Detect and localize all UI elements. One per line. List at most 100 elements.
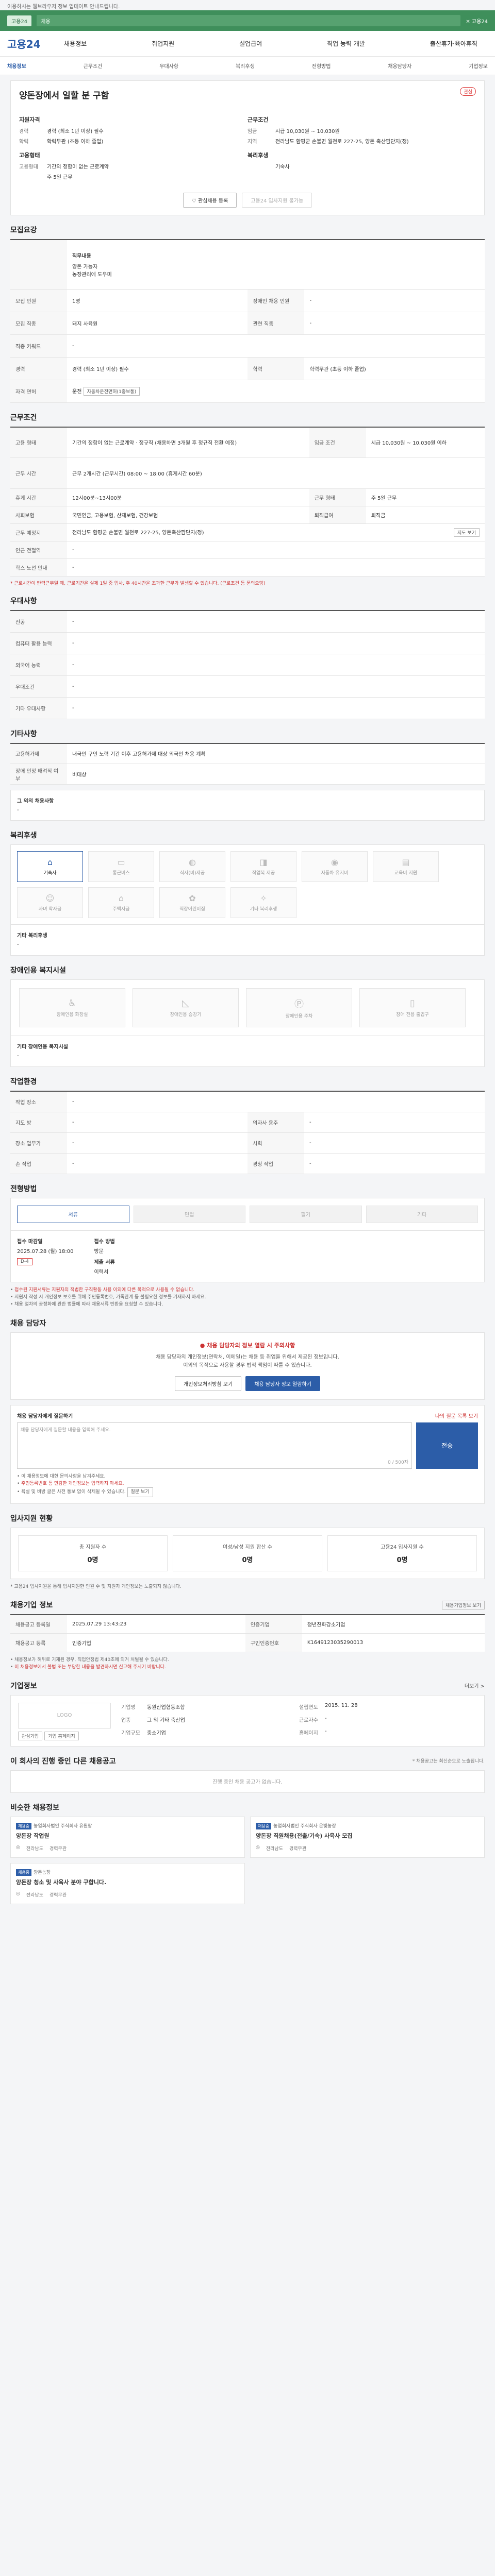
company-info-link[interactable]: 채용기업정보 보기: [441, 1600, 485, 1609]
question-box: 채용 담당자에게 질문하기 나의 질문 목록 보기 채용 담당자에게 질문할 내용…: [10, 1404, 485, 1504]
tab-recruit[interactable]: 채용정보: [7, 62, 26, 70]
disability-other-value: -: [17, 1053, 19, 1059]
location-icon: ◎: [16, 1844, 20, 1850]
info-value: -: [325, 1728, 327, 1735]
note-text: 욕설 및 비방 글은 사전 통보 없이 삭제될 수 있습니다.: [21, 1489, 126, 1495]
reco-card[interactable]: 채용중 양돈농장 양돈장 청소 및 사육사 분야 구합니다. ◎ 전라남도 경력무관: [10, 1862, 245, 1904]
nav-item-training[interactable]: 직업 능력 개발: [327, 39, 365, 48]
apply-disabled-button[interactable]: 고용24 입사지원 불가능: [242, 193, 312, 208]
row-label: 손 작업: [10, 1153, 67, 1174]
tab-conditions[interactable]: 근무조건: [84, 62, 103, 70]
note-text: 채용 절차의 공정화에 관한 법률에 따라 채용서류 반환을 요청할 수 있습니…: [14, 1302, 163, 1308]
employment-heading: 고용형태: [19, 152, 40, 159]
nav-item-support[interactable]: 취업지원: [152, 39, 174, 48]
map-button[interactable]: 지도 보기: [454, 528, 480, 537]
question-placeholder: 채용 담당자에게 질문할 내용을 입력해 주세요.: [21, 1427, 111, 1433]
company-info: 기업명 동원산업협동조합 설립연도 2015. 11. 28 업종 그 외 기타 축산업…: [121, 1703, 477, 1739]
car-icon: ◉: [331, 857, 338, 867]
process-notes: • 접수된 지원서류는 지원자의 적법한 구직활동 사용 이외에 다른 목적으로…: [10, 1286, 485, 1309]
apply-section: 입사지원 현황 총 지원자 수 0명 여성/남성 지원 합산 수 0명 고용24 입…: [10, 1513, 485, 1590]
tab-process[interactable]: 전형방법: [312, 62, 331, 70]
tab-contact[interactable]: 채용담당자: [388, 62, 411, 70]
method-value: 방문: [94, 1248, 104, 1255]
reco-card[interactable]: 채용중 농업회사법인 주식회사 유원팜 양돈장 작업원 ◎ 전라남도 경력무관: [10, 1816, 245, 1858]
reco-job-title[interactable]: 양돈장 청소 및 사육사 분야 구합니다.: [16, 1878, 239, 1886]
row-label: 근무 형태: [309, 488, 366, 506]
row-value: -: [304, 289, 485, 312]
privacy-policy-button[interactable]: 개인정보처리방침 보기: [175, 1376, 242, 1391]
welfare-tile-label: 기타 복리후생: [250, 907, 277, 912]
reco-job-title[interactable]: 양돈장 작업원: [16, 1832, 239, 1840]
stat-value: 0명: [397, 1556, 408, 1564]
nav-item-unemployment[interactable]: 실업급여: [239, 39, 262, 48]
process-title: 전형방법: [10, 1184, 37, 1193]
recruit-table: 직무내용 양돈 가능자 농장관리에 도우미 모집 인원 1명 장애인 채용 인원 - 모집…: [10, 239, 485, 403]
promo-search-input[interactable]: 채용: [37, 15, 461, 26]
deadline-label: 접수 마감일: [17, 1239, 43, 1245]
my-question-link[interactable]: 나의 질문 목록 보기: [435, 1412, 478, 1419]
info-title: 채용기업 정보: [10, 1601, 53, 1610]
disability-tile: ▯ 장애 전용 출입구: [359, 988, 466, 1027]
process-section: 전형방법 서류 면접 필기 기타 접수 마감일 2025.07.28 (월) 1…: [10, 1183, 485, 1309]
welfare-tile: ⌂ 기숙사: [17, 851, 83, 882]
row-label: 우대조건: [10, 675, 67, 698]
company-title: 기업정보: [10, 1682, 37, 1690]
row-label: 퇴직급여: [309, 506, 366, 524]
label: 임금: [248, 129, 257, 134]
reco-job-title[interactable]: 양돈장 직원채용(전출/기숙) 사육사 모집: [256, 1832, 479, 1840]
job-summary: 양돈장에서 일할 분 구함 관심 지원자격 경력 경력 (최소 1년 이상) 필수…: [10, 80, 485, 215]
etc-section: 기타사항 고용허가제 내국인 구인 노력 기간 이후 고용허가제 대상 외국인 채…: [10, 728, 485, 821]
promo-close-button[interactable]: ✕ 고용24: [466, 17, 488, 25]
row-value: 비대상: [67, 764, 485, 785]
row-value: -: [67, 541, 485, 559]
row-value: -: [304, 1132, 485, 1154]
etc-table: 고용허가제 내국인 구인 노력 기간 이후 고용허가제 대상 외국인 채용 계획 …: [10, 742, 485, 785]
disability-list: ♿ 장애인용 화장실 ◺ 장애인용 승강기 Ⓟ 장애인용 주차 ▯ 장애 전용 출입구: [10, 979, 485, 1036]
value: 전라남도 함평군 손불면 월천로 227-25, 양돈 축산팜단지(정): [275, 139, 409, 145]
job-desc-line: 농장관리에 도우미: [72, 272, 112, 278]
question-input[interactable]: 채용 담당자에게 질문할 내용을 입력해 주세요. 0 / 500자: [17, 1422, 412, 1469]
value: 주 5일 근무: [47, 175, 73, 180]
company-more-link[interactable]: 더보기 >: [465, 1682, 485, 1689]
question-notes: • 이 채용정보에 대한 문의사항을 남겨주세요. • 주민등록번호 등 민감한…: [17, 1473, 478, 1497]
env-title: 작업환경: [10, 1078, 37, 1086]
nav-item-jobs[interactable]: 채용정보: [64, 39, 87, 48]
company-interest-button[interactable]: 관심기업: [18, 1731, 43, 1740]
tab-company[interactable]: 기업정보: [469, 62, 488, 70]
reco-card[interactable]: 채용중 농업회사법인 주식회사 은빛농장 양돈장 직원채용(전출/기숙) 사육사 …: [250, 1816, 485, 1858]
row-value: 근무 2개시간 (근무시간) 08:00 ~ 18:00 (휴게시간 60분): [67, 457, 485, 489]
tab-preference[interactable]: 우대사항: [159, 62, 178, 70]
welfare-tile: ◍ 식사(비)제공: [159, 851, 225, 882]
condition-heading: 근무조건: [248, 116, 269, 123]
welfare-tile: ▭ 통근버스: [88, 851, 154, 882]
child-icon: ☺: [45, 893, 55, 903]
row-label: 모집 직종: [10, 312, 67, 335]
welfare-section: 복리후생 ⌂ 기숙사 ▭ 통근버스 ◍ 식사(비)제공 ◨ 작업복 제공 ◉ 자동차 유지비 ▤ 교육…: [10, 830, 485, 956]
row-value: -: [67, 1153, 248, 1174]
scrap-button[interactable]: 관심: [460, 87, 476, 96]
env-section: 작업환경 작업 장소 - 지도 방 - 의자사 용주 - 장소 업무가 - 시력 - 손 작업…: [10, 1076, 485, 1174]
site-logo[interactable]: 고용24: [7, 36, 64, 51]
company-logo: LOGO: [18, 1702, 111, 1728]
note-text: 이 채용정보에 대한 문의사항을 남겨주세요.: [21, 1473, 106, 1479]
disability-section: 장애인용 복지시설 ♿ 장애인용 화장실 ◺ 장애인용 승강기 Ⓟ 장애인용 주차 ▯ 장애 …: [10, 965, 485, 1067]
view-questions-button[interactable]: 질문 보기: [127, 1487, 153, 1497]
question-send-button[interactable]: 전송: [416, 1422, 478, 1469]
info-label: 기업명: [121, 1704, 136, 1710]
info-section: 채용기업 정보 채용기업정보 보기 채용공고 등록일 2025.07.29 13:…: [10, 1600, 485, 1671]
show-contact-button[interactable]: 채용 담당자 정보 열람하기: [245, 1376, 320, 1391]
work-note: * 근로시간이 탄력근무일 때, 근로기간은 실제 1일 중 입사, 주 40시…: [10, 581, 266, 586]
reco-grid: 채용중 농업회사법인 주식회사 유원팜 양돈장 작업원 ◎ 전라남도 경력무관 채용중…: [10, 1816, 485, 1904]
company-homepage-button[interactable]: 기업 홈페이지: [44, 1731, 79, 1740]
welfare-tile-label: 작업복 제공: [252, 871, 275, 876]
license-cell: 운전 자동차운전면허(1종보통): [67, 380, 485, 403]
interest-register-button[interactable]: ♡ 관심채용 등록: [183, 193, 237, 208]
nav-item-leave[interactable]: 출산휴가·육아휴직: [430, 39, 477, 48]
row-value: -: [304, 1153, 485, 1174]
row-label: 학력: [248, 357, 305, 380]
tab-welfare[interactable]: 복리후생: [236, 62, 255, 70]
promo-banner: 고용24 채용 ✕ 고용24: [0, 10, 495, 31]
row-value: 학력무관 (초등 이하 졸업): [304, 357, 485, 380]
work-location: 전라남도 함평군 손불면 월천로 227-25, 양돈축산팜단지(정): [72, 530, 204, 536]
reco-meta: 전라남도: [26, 1846, 43, 1852]
